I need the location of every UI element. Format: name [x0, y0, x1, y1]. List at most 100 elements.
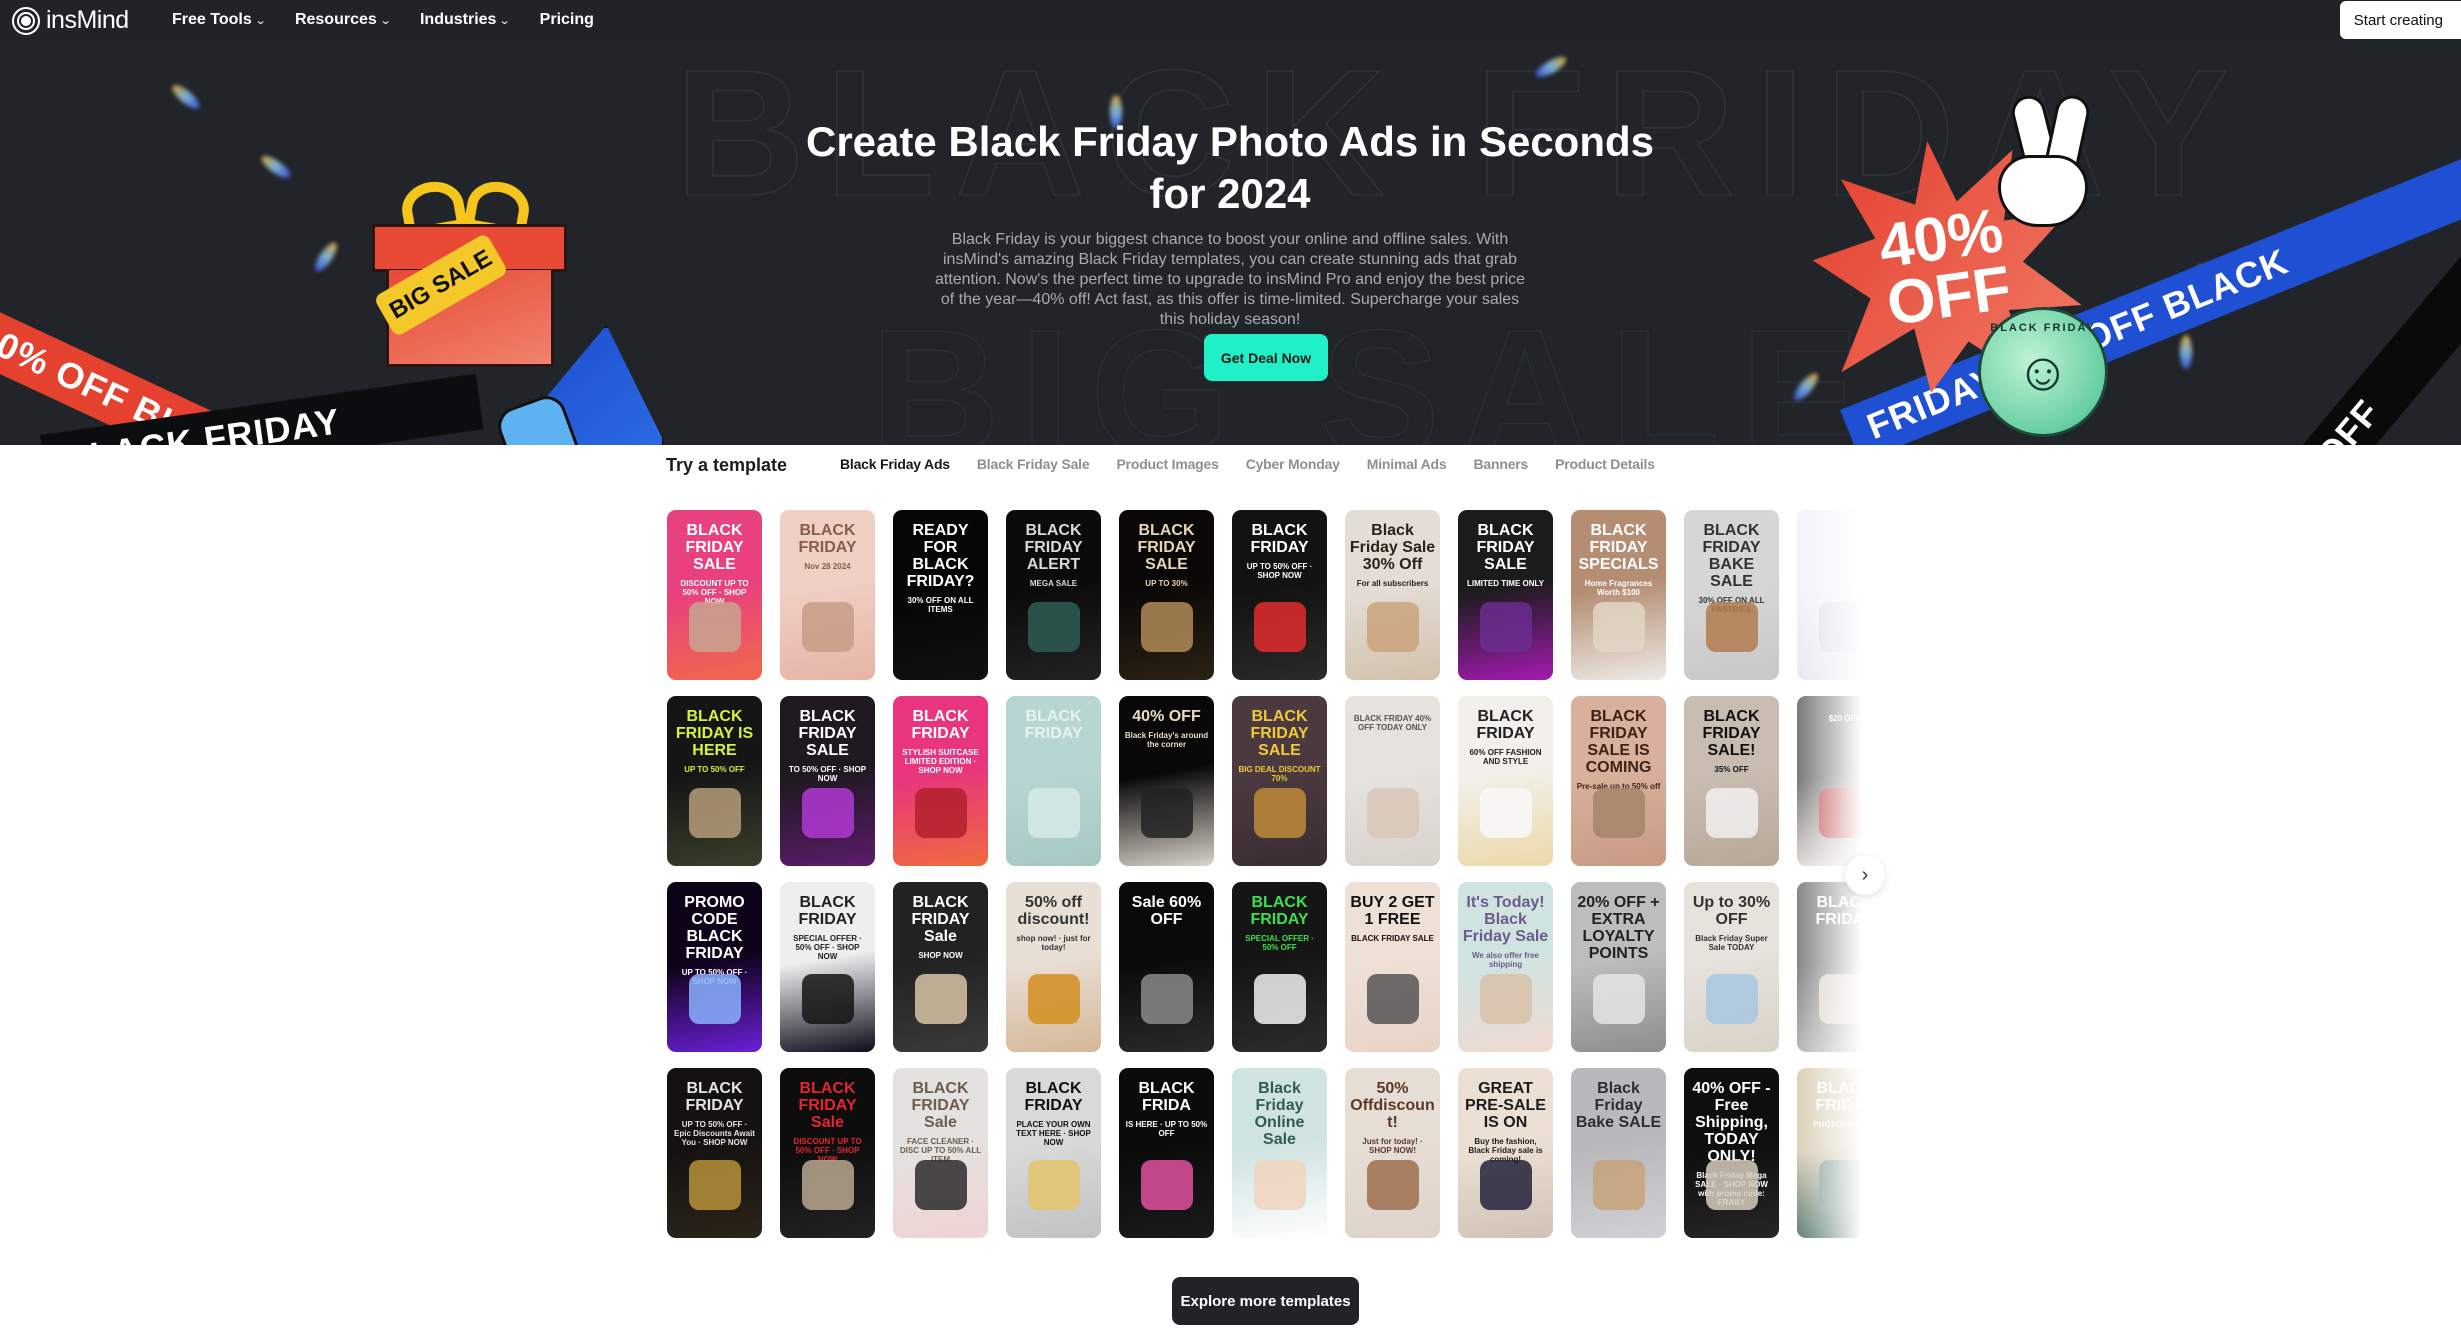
template-card[interactable]: BLACK FRIDAY Sale SHOP NOW	[893, 882, 988, 1052]
template-card[interactable]: PROMO CODE BLACK FRIDAYUP TO 50% OFF · S…	[667, 882, 762, 1052]
tab-minimal-ads[interactable]: Minimal Ads	[1367, 456, 1447, 472]
template-card[interactable]: BLACK FRIDAY 60% OFF FASHION AND STYLE	[1458, 696, 1553, 866]
template-card[interactable]	[1797, 510, 1863, 680]
template-card[interactable]: BLACK FRIDAY Sale DISCOUNT UP TO 50% OFF …	[780, 1068, 875, 1238]
get-deal-now-button[interactable]: Get Deal Now	[1204, 334, 1328, 381]
smiley-sticker-icon: BLACK FRIDAY ☺	[1978, 307, 2108, 437]
template-card[interactable]: 40% OFF Black Friday's around the corner	[1119, 696, 1214, 866]
template-product-image	[802, 602, 854, 652]
smiley-text: BLACK FRIDAY	[1990, 322, 2096, 334]
template-card-subtitle: shop now! · just for today!	[1016, 934, 1091, 952]
template-product-image	[1254, 974, 1306, 1024]
template-card[interactable]: BLACK FRIDAY	[1006, 696, 1101, 866]
template-card[interactable]: 40% OFF - Free Shipping, TODAY ONLY!Blac…	[1684, 1068, 1779, 1238]
template-card-title: Black Friday Sale 30% Off	[1349, 522, 1436, 573]
template-card[interactable]: BLACK FRIDAY 40% OFF TODAY ONLY	[1345, 696, 1440, 866]
nav-item-industries[interactable]: Industries ⌄	[420, 11, 512, 29]
nav-item-free-tools[interactable]: Free Tools ⌄	[172, 11, 267, 29]
template-card-subtitle: BIG DEAL DISCOUNT 70%	[1238, 765, 1321, 783]
chevron-down-icon: ⌄	[499, 15, 512, 27]
template-product-image	[1480, 1160, 1532, 1210]
template-card[interactable]: Sale 60% OFF	[1119, 882, 1214, 1052]
template-card[interactable]: BLACK FRIDAY Sale FACE CLEANER · DISC UP …	[893, 1068, 988, 1238]
template-product-image	[1706, 788, 1758, 838]
tab-banners[interactable]: Banners	[1474, 456, 1529, 472]
template-card[interactable]: BLACK FRIDA IS HERE · UP TO 50% OFF	[1119, 1068, 1214, 1238]
template-card[interactable]: Black Friday Online Sale	[1232, 1068, 1327, 1238]
template-card[interactable]: BLACK FRIDAY UP TO 50% OFF · SHOP NOW	[1232, 510, 1327, 680]
template-card-title: BLACK FRIDAY	[1250, 894, 1309, 928]
tab-product-details[interactable]: Product Details	[1555, 456, 1655, 472]
template-product-image	[1593, 788, 1645, 838]
template-card-title: BLACK FRIDAY	[1024, 708, 1083, 742]
template-card-subtitle: UP TO 50% OFF · Epic Discounts Await You…	[674, 1120, 755, 1147]
template-card[interactable]: $20 OFF	[1797, 696, 1863, 866]
template-product-image	[1028, 602, 1080, 652]
section-title: Try a template	[666, 455, 788, 475]
nav-item-resources[interactable]: Resources ⌄	[295, 11, 391, 29]
template-card[interactable]: BLACK FRIDAY SALE TO 50% OFF · SHOP NOW	[780, 696, 875, 866]
template-card[interactable]: BLACK FRIDAY SALE! 35% OFF	[1684, 696, 1779, 866]
template-card[interactable]: BLACK FRIDAY SALE BIG DEAL DISCOUNT 70%	[1232, 696, 1327, 866]
nav-item-label: Free Tools	[172, 11, 252, 28]
template-card-subtitle: 35% OFF	[1714, 765, 1749, 774]
template-card[interactable]: BLACK FRIDAY STYLISH SUITCASE LIMITED EDI…	[893, 696, 988, 866]
template-card-title: 40% OFF - Free Shipping, TODAY ONLY!	[1692, 1080, 1771, 1165]
hero-banner: BLACK FRIDAY BIG SALE AY 40% OFF BLACK B…	[0, 40, 2461, 445]
template-card[interactable]: Up to 30% OFF Black Friday Super Sale TOD…	[1684, 882, 1779, 1052]
template-card[interactable]: Black Friday Sale 30% Off For all subscri…	[1345, 510, 1440, 680]
template-card[interactable]: 50% Offdiscount! Just for today! · SHOP N…	[1345, 1068, 1440, 1238]
template-card-subtitle: TO 50% OFF · SHOP NOW	[788, 765, 867, 783]
template-card[interactable]: It's Today! Black Friday Sale We also off…	[1458, 882, 1553, 1052]
template-card[interactable]: BLACK FRIDAY SPECIAL OFFER · 50% OFF · SH…	[780, 882, 875, 1052]
nav-item-pricing[interactable]: Pricing	[540, 11, 594, 29]
template-card[interactable]: BLACK FRIDAY IS HERE UP TO 50% OFF	[667, 696, 762, 866]
template-card[interactable]: GREAT PRE-SALE IS ON Buy the fashion, Bla…	[1458, 1068, 1553, 1238]
template-card-title: BLACK FRIDAY Sale	[911, 1080, 970, 1131]
template-card[interactable]: BLACK FRIDAY ALERT MEGA SALE	[1006, 510, 1101, 680]
template-card-title: BUY 2 GET 1 FREE	[1350, 894, 1435, 928]
template-card[interactable]: BLACK FRIDAY SPECIALS Home Fragrances Wor…	[1571, 510, 1666, 680]
start-creating-button[interactable]: Start creating	[2339, 1, 2461, 39]
template-card[interactable]: READY FOR BLACK FRIDAY? 30% OFF ON ALL IT…	[893, 510, 988, 680]
template-card-subtitle: Black Friday Super Sale TODAY	[1695, 934, 1768, 952]
nav-menu: Free Tools ⌄ Resources ⌄ Industries ⌄ Pr…	[172, 0, 594, 40]
template-card[interactable]: 50% off discount! shop now! · just for to…	[1006, 882, 1101, 1052]
template-card-title: Up to 30% OFF	[1692, 894, 1771, 928]
template-product-image	[689, 602, 741, 652]
template-card[interactable]: BLACK FRIDAY	[1797, 882, 1863, 1052]
template-card[interactable]: BLACK FRIDAY PHOTOGRAPHY	[1797, 1068, 1863, 1238]
template-product-image	[915, 974, 967, 1024]
logo[interactable]: insMind	[12, 6, 129, 35]
top-nav: insMind Free Tools ⌄ Resources ⌄ Industr…	[0, 0, 2461, 40]
template-card-title: 50% off discount!	[1017, 894, 1090, 928]
template-card[interactable]: BLACK FRIDAY SALE DISCOUNT UP TO 50% OFF …	[667, 510, 762, 680]
template-card[interactable]: BLACK FRIDAY SALE IS COMING Pre-sale up t…	[1571, 696, 1666, 866]
template-product-image	[1593, 974, 1645, 1024]
template-card[interactable]: BLACK FRIDAY SPECIAL OFFER · 50% OFF	[1232, 882, 1327, 1052]
tab-cyber-monday[interactable]: Cyber Monday	[1246, 456, 1340, 472]
glint-decoration	[169, 81, 203, 113]
template-card[interactable]: BLACK FRIDAY SALE LIMITED TIME ONLY	[1458, 510, 1553, 680]
template-card[interactable]: BLACK FRIDAY PLACE YOUR OWN TEXT HERE · S…	[1006, 1068, 1101, 1238]
template-card[interactable]: Black Friday Bake SALE	[1571, 1068, 1666, 1238]
template-product-image	[689, 788, 741, 838]
glint-decoration	[2180, 335, 2192, 369]
template-card[interactable]: BLACK FRIDAY Nov 28 2024	[780, 510, 875, 680]
template-card[interactable]: BLACK FRIDAY UP TO 50% OFF · Epic Discoun…	[667, 1068, 762, 1238]
template-card[interactable]: BUY 2 GET 1 FREE BLACK FRIDAY SALE	[1345, 882, 1440, 1052]
template-card[interactable]: BLACK FRIDAY SALE UP TO 30%	[1119, 510, 1214, 680]
tab-product-images[interactable]: Product Images	[1116, 456, 1218, 472]
tab-black-friday-sale[interactable]: Black Friday Sale	[977, 456, 1090, 472]
template-card[interactable]: 20% OFF + EXTRA LOYALTY POINTS	[1571, 882, 1666, 1052]
explore-more-templates-button[interactable]: Explore more templates	[1172, 1277, 1359, 1325]
template-card[interactable]: BLACK FRIDAY BAKE SALE30% OFF ON ALL PAS…	[1684, 510, 1779, 680]
template-product-image	[1819, 602, 1863, 652]
tab-black-friday-ads[interactable]: Black Friday Ads	[840, 456, 950, 472]
chevron-down-icon: ⌄	[254, 15, 267, 27]
carousel-next-button[interactable]: ›	[1845, 855, 1885, 895]
template-card-subtitle: 60% OFF FASHION AND STYLE	[1469, 748, 1542, 766]
template-card-subtitle: Just for today! · SHOP NOW!	[1362, 1137, 1423, 1155]
template-card-title: Sale 60% OFF	[1131, 894, 1202, 928]
template-product-image	[1367, 602, 1419, 652]
